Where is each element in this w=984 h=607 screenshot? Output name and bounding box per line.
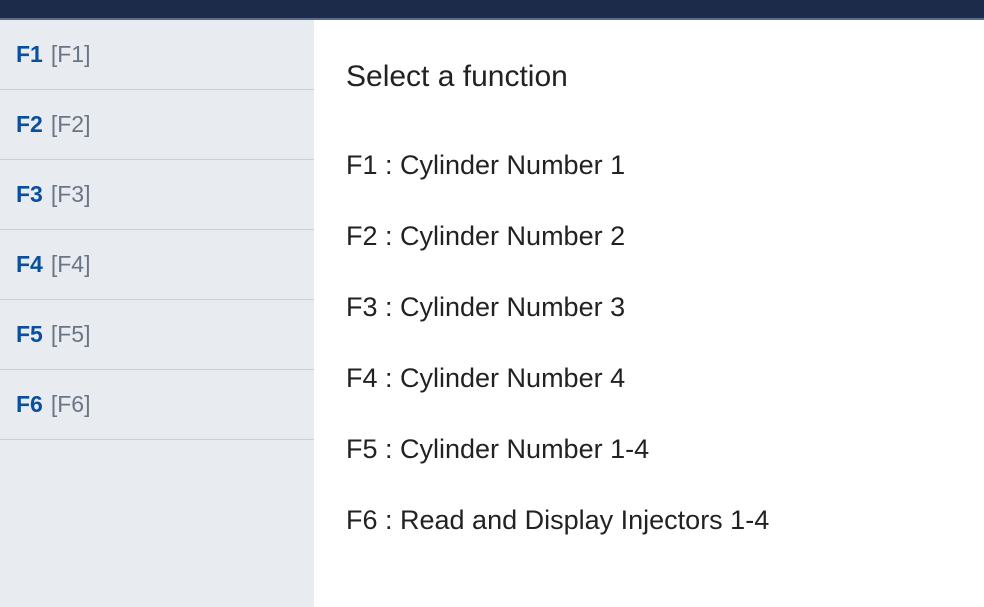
topbar: [0, 0, 984, 20]
sidebar-item-f6[interactable]: F6 [F6]: [0, 370, 314, 440]
sidebar-item-f1[interactable]: F1 [F1]: [0, 20, 314, 90]
sidebar-item-label: F5: [16, 321, 43, 348]
sidebar-item-label: F4: [16, 251, 43, 278]
sidebar-item-label: F6: [16, 391, 43, 418]
sidebar-item-shortcut: [F4]: [51, 251, 91, 278]
function-line-f3: F3 : Cylinder Number 3: [346, 292, 964, 323]
function-line-f4: F4 : Cylinder Number 4: [346, 363, 964, 394]
sidebar-item-f5[interactable]: F5 [F5]: [0, 300, 314, 370]
sidebar-item-label: F2: [16, 111, 43, 138]
main-panel: Select a function F1 : Cylinder Number 1…: [314, 20, 984, 607]
main-title: Select a function: [346, 60, 964, 94]
sidebar-item-shortcut: [F1]: [51, 41, 91, 68]
body: F1 [F1] F2 [F2] F3 [F3] F4 [F4] F5 [F5] …: [0, 20, 984, 607]
sidebar-item-shortcut: [F3]: [51, 181, 91, 208]
function-line-f2: F2 : Cylinder Number 2: [346, 221, 964, 252]
sidebar-item-shortcut: [F5]: [51, 321, 91, 348]
sidebar: F1 [F1] F2 [F2] F3 [F3] F4 [F4] F5 [F5] …: [0, 20, 314, 607]
app-root: F1 [F1] F2 [F2] F3 [F3] F4 [F4] F5 [F5] …: [0, 0, 984, 607]
sidebar-item-f3[interactable]: F3 [F3]: [0, 160, 314, 230]
sidebar-item-label: F3: [16, 181, 43, 208]
sidebar-item-shortcut: [F6]: [51, 391, 91, 418]
sidebar-item-f4[interactable]: F4 [F4]: [0, 230, 314, 300]
sidebar-item-f2[interactable]: F2 [F2]: [0, 90, 314, 160]
function-line-f6: F6 : Read and Display Injectors 1-4: [346, 505, 964, 536]
function-line-f5: F5 : Cylinder Number 1-4: [346, 434, 964, 465]
sidebar-item-shortcut: [F2]: [51, 111, 91, 138]
sidebar-item-label: F1: [16, 41, 43, 68]
function-line-f1: F1 : Cylinder Number 1: [346, 150, 964, 181]
